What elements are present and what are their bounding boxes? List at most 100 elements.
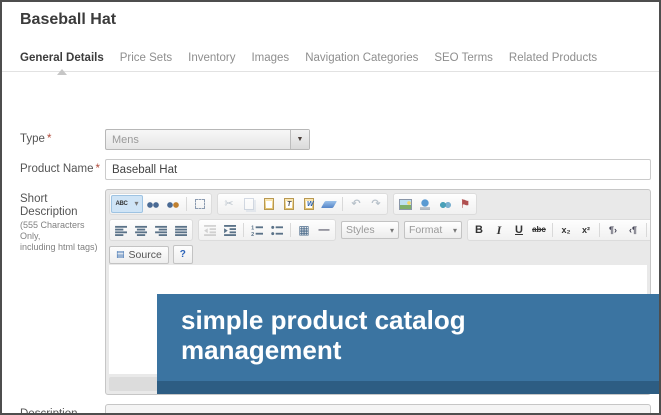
replace-button[interactable]: [163, 195, 183, 213]
undo-button[interactable]: ↶: [346, 195, 366, 213]
spell-check-button[interactable]: ABC ▾: [111, 195, 143, 213]
text-direction-rtl-button[interactable]: ‹¶: [623, 221, 643, 239]
type-select-value: Mens: [112, 133, 139, 146]
table-icon: ▦: [298, 223, 310, 237]
description-row: Description: [20, 404, 651, 415]
tab-navigation-categories[interactable]: Navigation Categories: [305, 52, 418, 64]
bidi-ltr-icon: ¶›: [608, 224, 617, 235]
italic-button[interactable]: I: [489, 221, 509, 239]
numbered-list-button[interactable]: 12: [247, 221, 267, 239]
tab-label: Inventory: [188, 52, 236, 64]
find-button[interactable]: [143, 195, 163, 213]
format-dropdown[interactable]: Format ▾: [404, 221, 462, 239]
type-select[interactable]: Mens ▼: [105, 129, 310, 150]
outdent-button[interactable]: [200, 221, 220, 239]
editor-toolbar-row-2: 12 ▦ — Styles ▾ Format ▾ B I U abc x₂ x²…: [106, 216, 650, 242]
asset-library-button[interactable]: [435, 195, 455, 213]
cut-button[interactable]: ✂: [219, 195, 239, 213]
bold-icon: B: [475, 223, 483, 236]
promo-banner-line-2: management: [181, 335, 342, 365]
tab-label: Related Products: [508, 52, 598, 64]
type-label-text: Type: [20, 133, 45, 145]
help-button[interactable]: ?: [172, 245, 193, 264]
toolbar-divider: [646, 223, 647, 237]
short-description-label-text: Short Description: [20, 193, 78, 218]
svg-text:1: 1: [251, 225, 254, 231]
product-name-label: Product Name *: [20, 159, 105, 176]
numbered-list-icon: 12: [251, 225, 263, 236]
styles-dropdown[interactable]: Styles ▾: [341, 221, 399, 239]
paste-from-word-icon: [304, 198, 314, 210]
promo-banner: simple product catalog management: [157, 294, 659, 394]
remove-format-button[interactable]: [319, 195, 339, 213]
superscript-icon: x²: [581, 224, 590, 235]
tab-label: Navigation Categories: [305, 52, 419, 64]
description-editor[interactable]: [105, 404, 651, 413]
undo-icon: ↶: [351, 197, 361, 210]
subscript-button[interactable]: x₂: [556, 221, 576, 239]
chevron-down-icon: ▾: [389, 225, 394, 235]
blockquote-button[interactable]: ”: [650, 221, 651, 239]
tab-general-details[interactable]: General Details: [20, 52, 104, 75]
toolbar-group-align: [109, 219, 193, 241]
paste-icon: [264, 198, 274, 210]
tab-label: General Details: [20, 52, 104, 64]
tab-label: SEO Terms: [434, 52, 493, 64]
flag-icon: ⚑: [459, 197, 471, 211]
bold-button[interactable]: B: [469, 221, 489, 239]
copy-button[interactable]: [239, 195, 259, 213]
select-all-button[interactable]: [190, 195, 210, 213]
tab-images[interactable]: Images: [251, 52, 289, 64]
tab-price-sets[interactable]: Price Sets: [120, 52, 172, 64]
toolbar-group-insert: ⚑: [393, 193, 477, 215]
short-description-label: Short Description (555 Characters Only, …: [20, 189, 105, 253]
indent-button[interactable]: [220, 221, 240, 239]
text-direction-ltr-button[interactable]: ¶›: [603, 221, 623, 239]
media-icon: [419, 198, 431, 210]
horizontal-rule-button[interactable]: —: [314, 221, 334, 239]
align-center-button[interactable]: [131, 221, 151, 239]
paste-from-word-button[interactable]: [299, 195, 319, 213]
short-description-note: (555 Characters Only,: [20, 220, 85, 241]
tab-seo-terms[interactable]: SEO Terms: [434, 52, 493, 64]
redo-button[interactable]: ↷: [366, 195, 386, 213]
question-mark-icon: ?: [179, 248, 186, 260]
chevron-down-icon: ▾: [452, 225, 457, 235]
bullet-list-button[interactable]: [267, 221, 287, 239]
select-all-icon: [195, 199, 205, 209]
align-left-button[interactable]: [111, 221, 131, 239]
paste-button[interactable]: [259, 195, 279, 213]
redo-icon: ↷: [371, 197, 381, 210]
placeholder-flag-button[interactable]: ⚑: [455, 195, 475, 213]
paste-as-text-button[interactable]: [279, 195, 299, 213]
page-header: Baseball Hat: [2, 2, 659, 29]
format-dropdown-label: Format: [409, 224, 443, 236]
bidi-rtl-icon: ‹¶: [628, 224, 637, 235]
align-right-icon: [154, 225, 167, 236]
toolbar-group-text-style: B I U abc x₂ x² ¶› ‹¶ ” ▣ Ω: [467, 219, 651, 241]
underline-button[interactable]: U: [509, 221, 529, 239]
align-right-button[interactable]: [151, 221, 171, 239]
insert-image-button[interactable]: [395, 195, 415, 213]
product-name-input[interactable]: [105, 159, 651, 180]
insert-media-button[interactable]: [415, 195, 435, 213]
chevron-down-icon: ▾: [134, 199, 139, 208]
description-label: Description: [20, 408, 78, 415]
italic-icon: I: [496, 223, 502, 237]
align-center-icon: [134, 225, 147, 236]
required-marker: *: [46, 133, 52, 145]
tab-inventory[interactable]: Inventory: [188, 52, 235, 64]
insert-table-button[interactable]: ▦: [294, 221, 314, 239]
short-description-note: including html tags): [20, 242, 98, 252]
tab-label: Images: [251, 52, 290, 64]
align-justify-button[interactable]: [171, 221, 191, 239]
superscript-button[interactable]: x²: [576, 221, 596, 239]
strikethrough-icon: abc: [532, 225, 546, 234]
toolbar-group-spell-find: ABC ▾: [109, 193, 212, 215]
strikethrough-button[interactable]: abc: [529, 221, 549, 239]
source-button[interactable]: ▤ Source: [109, 245, 169, 264]
tab-related-products[interactable]: Related Products: [509, 52, 597, 64]
cut-icon: ✂: [224, 197, 234, 210]
toolbar-divider: [186, 197, 187, 211]
asset-library-icon: [438, 198, 452, 210]
